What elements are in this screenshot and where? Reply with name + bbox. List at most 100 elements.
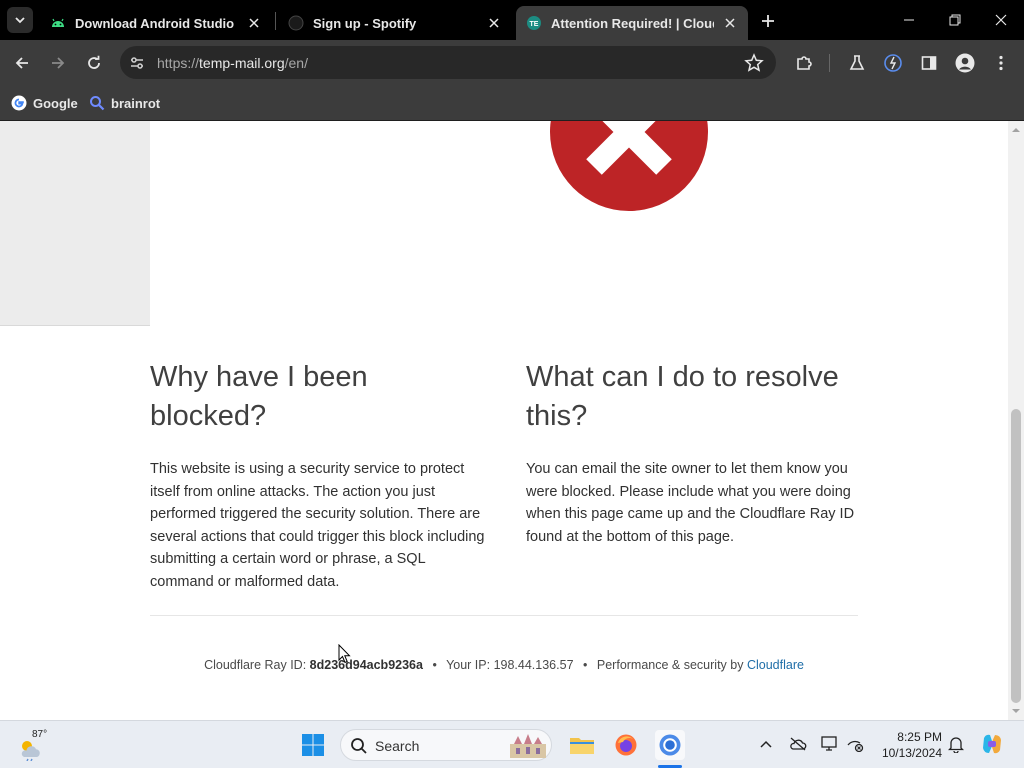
close-tab-icon[interactable] bbox=[486, 15, 502, 31]
clock-date: 10/13/2024 bbox=[881, 746, 942, 760]
bookmark-label: Google bbox=[33, 95, 78, 111]
labs-button[interactable] bbox=[846, 52, 868, 74]
show-hidden-icons-button[interactable] bbox=[756, 734, 776, 754]
scroll-up-icon[interactable] bbox=[1012, 126, 1020, 134]
chrome-icon bbox=[659, 734, 681, 756]
tab-title: Attention Required! | Cloudflare bbox=[551, 15, 714, 31]
tab-separator bbox=[275, 12, 276, 30]
weather-temp: 87° bbox=[32, 729, 48, 740]
network-tray-button[interactable] bbox=[845, 734, 865, 754]
weather-cloud-icon bbox=[21, 741, 40, 761]
profile-avatar-icon bbox=[955, 53, 975, 73]
close-window-button[interactable] bbox=[989, 8, 1013, 32]
bookmark-google[interactable]: Google bbox=[11, 92, 78, 114]
bookmark-label: brainrot bbox=[111, 95, 161, 111]
bookmark-brainrot[interactable]: brainrot bbox=[89, 92, 160, 114]
windows-logo-icon bbox=[302, 734, 324, 756]
display-tray-button[interactable] bbox=[820, 734, 840, 754]
taskbar-search[interactable]: Search bbox=[340, 729, 552, 761]
new-tab-button[interactable] bbox=[758, 11, 778, 31]
folder-icon bbox=[570, 738, 594, 754]
copilot-icon bbox=[983, 734, 1001, 754]
browser-toolbar: https://temp-mail.org/en/ bbox=[0, 40, 1024, 86]
scroll-down-icon[interactable] bbox=[1012, 707, 1020, 715]
search-icon bbox=[90, 96, 105, 111]
restore-icon bbox=[949, 14, 961, 26]
tab-search-button[interactable] bbox=[7, 7, 33, 33]
ray-id-label: Cloudflare Ray ID: bbox=[204, 658, 310, 672]
footer-separator: • bbox=[432, 658, 437, 672]
search-icon bbox=[351, 738, 367, 754]
resolve-text: You can email the site owner to let them… bbox=[526, 461, 855, 545]
arrow-right-icon bbox=[52, 57, 65, 69]
side-panel-button[interactable] bbox=[918, 52, 940, 74]
google-icon bbox=[11, 95, 27, 111]
chevron-up-icon bbox=[760, 740, 772, 748]
tab-strip: Download Android Studio & App Sign up - … bbox=[0, 0, 1024, 40]
system-clock[interactable]: 8:25 PM 10/13/2024 bbox=[868, 729, 942, 761]
performance-label: Performance & security by bbox=[596, 658, 747, 672]
monitor-icon bbox=[821, 736, 837, 751]
android-icon bbox=[52, 18, 64, 27]
url-host: temp-mail.org bbox=[199, 55, 285, 71]
firefox-button[interactable] bbox=[611, 730, 641, 760]
close-tab-icon[interactable] bbox=[722, 15, 738, 31]
network-off-icon bbox=[847, 740, 864, 752]
reload-button[interactable] bbox=[82, 51, 106, 75]
puzzle-icon bbox=[797, 56, 812, 70]
tab-cloudflare[interactable]: TE Attention Required! | Cloudflare bbox=[516, 6, 748, 40]
extension-button[interactable] bbox=[882, 52, 904, 74]
screenshot-placeholder-panel bbox=[0, 121, 150, 326]
tab-title: Download Android Studio & App bbox=[75, 15, 238, 31]
footer-divider bbox=[150, 615, 858, 616]
ip-value: 198.44.136.57 bbox=[493, 658, 574, 672]
minimize-icon bbox=[904, 19, 914, 21]
cloudflare-link[interactable]: Cloudflare bbox=[747, 658, 804, 672]
notifications-button[interactable] bbox=[946, 734, 966, 754]
forward-button[interactable] bbox=[46, 51, 70, 75]
page-scrollbar[interactable] bbox=[1008, 121, 1024, 720]
firefox-icon bbox=[615, 734, 637, 756]
minimize-button[interactable] bbox=[897, 8, 921, 32]
url-text: https://temp-mail.org/en/ bbox=[157, 55, 308, 71]
onedrive-tray-button[interactable] bbox=[788, 734, 808, 754]
tab-spotify[interactable]: Sign up - Spotify bbox=[278, 6, 512, 40]
reload-icon bbox=[88, 55, 100, 69]
close-tab-icon[interactable] bbox=[246, 15, 262, 31]
url-scheme: https:// bbox=[157, 55, 200, 71]
copilot-button[interactable] bbox=[980, 732, 1004, 756]
weather-widget[interactable]: 87° bbox=[16, 727, 56, 763]
file-explorer-button[interactable] bbox=[567, 730, 597, 760]
url-path: /en/ bbox=[284, 55, 308, 71]
chrome-button[interactable] bbox=[655, 730, 685, 760]
chevron-down-icon bbox=[15, 17, 25, 24]
extensions-button[interactable] bbox=[793, 52, 815, 74]
tab-android-studio[interactable]: Download Android Studio & App bbox=[40, 6, 272, 40]
clock-time: 8:25 PM bbox=[897, 730, 942, 744]
scrollbar-thumb[interactable] bbox=[1011, 409, 1021, 703]
bell-icon bbox=[948, 737, 964, 753]
tab-title: Sign up - Spotify bbox=[313, 15, 417, 31]
profile-button[interactable] bbox=[954, 52, 976, 74]
site-settings-icon[interactable] bbox=[128, 54, 146, 72]
close-icon bbox=[995, 14, 1007, 26]
arrow-left-icon bbox=[15, 57, 28, 69]
start-button[interactable] bbox=[298, 730, 328, 760]
cloudflare-footer: Cloudflare Ray ID: 8d236d94acb9236a • Yo… bbox=[0, 658, 1008, 672]
address-bar[interactable]: https://temp-mail.org/en/ bbox=[120, 46, 776, 79]
bookmark-star-icon[interactable] bbox=[744, 53, 764, 73]
resolve-section: What can I do to resolve this? You can e… bbox=[526, 358, 861, 548]
more-vertical-icon bbox=[999, 55, 1003, 71]
cloud-off-icon bbox=[790, 737, 807, 751]
restore-button[interactable] bbox=[943, 8, 967, 32]
temp-mail-icon: TE bbox=[527, 16, 541, 30]
windows-taskbar: 87° Search 8:25 PM 10/13/2024 bbox=[0, 720, 1024, 768]
why-blocked-text: This website is using a security service… bbox=[150, 461, 485, 590]
footer-separator: • bbox=[583, 658, 588, 672]
chrome-menu-button[interactable] bbox=[990, 52, 1012, 74]
side-panel-icon bbox=[921, 56, 937, 70]
power-extension-icon bbox=[884, 54, 902, 72]
back-button[interactable] bbox=[10, 51, 34, 75]
bookmarks-bar: Google brainrot bbox=[0, 86, 1024, 121]
spotify-icon bbox=[288, 15, 304, 31]
